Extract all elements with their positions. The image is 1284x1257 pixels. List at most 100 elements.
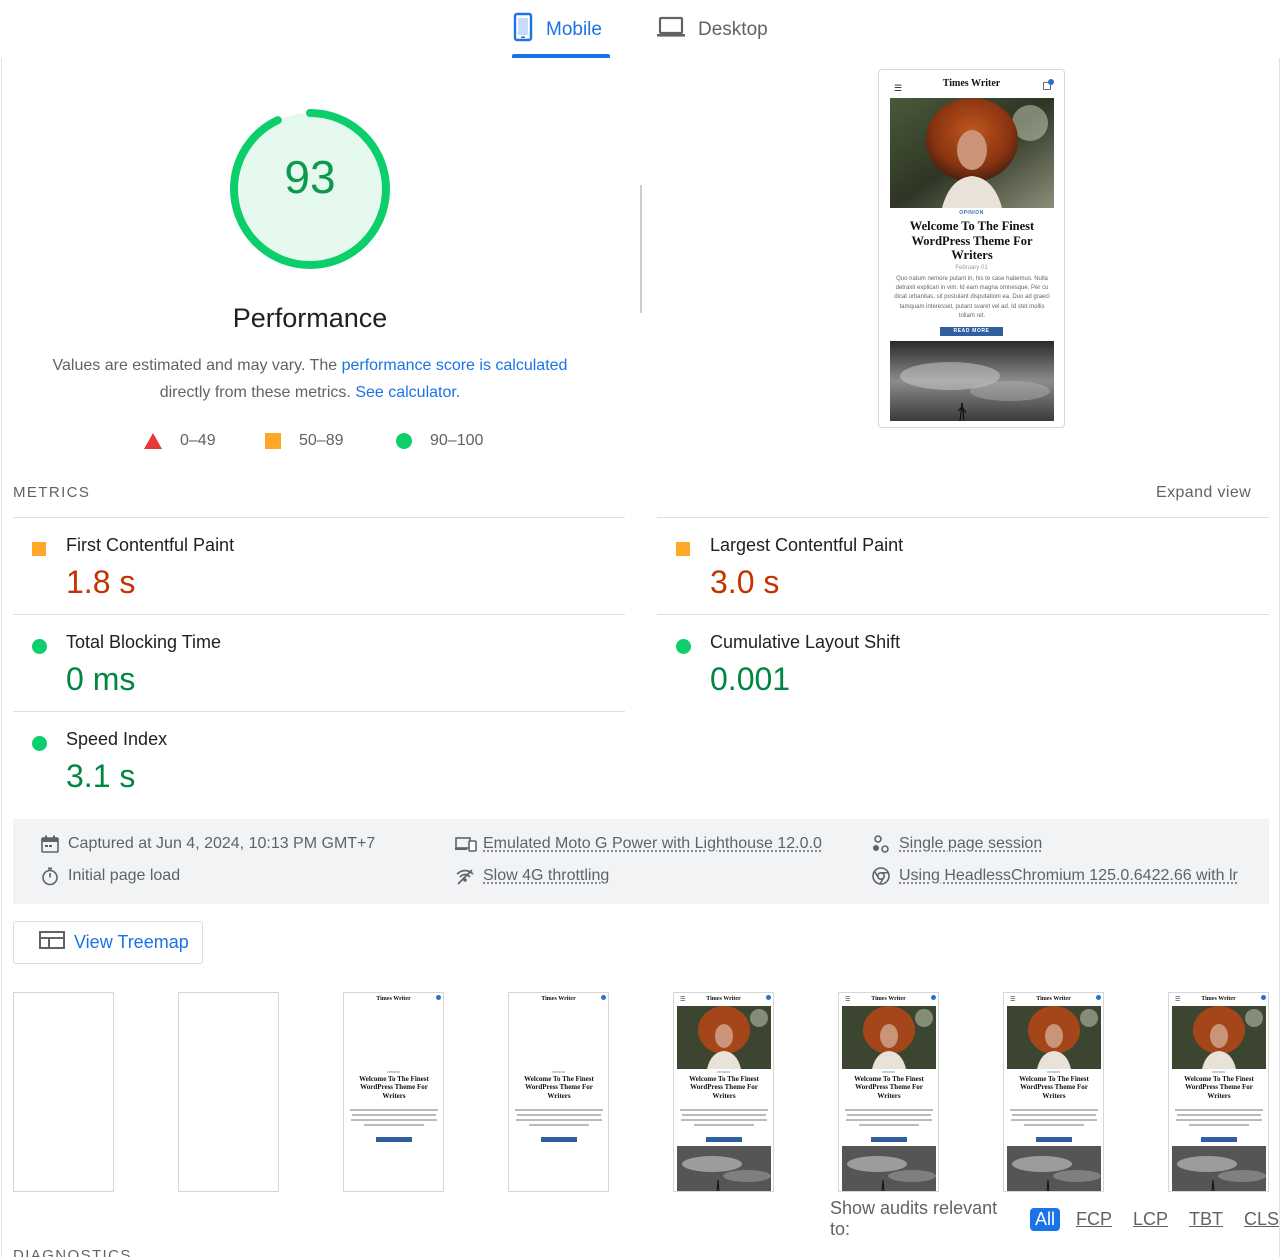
audit-filter: Show audits relevant to: All FCP LCP TBT… [830,1198,1284,1239]
metric-name: Cumulative Layout Shift [710,632,901,652]
session-type[interactable]: Single page session [871,834,1042,854]
cart-badge [1048,79,1054,85]
tab-desktop[interactable]: Desktop [656,10,786,50]
cart-badge [931,995,936,1000]
red-triangle-icon [144,433,162,449]
frame-headline: Welcome To The Finest WordPress Theme Fo… [359,1075,429,1100]
legend-good: 90–100 [396,432,483,450]
filmstrip-frame: Times Writer OPINION Welcome To The Finest… [508,992,609,1192]
stopwatch-icon [40,866,60,886]
frame-hero-image [1007,1006,1101,1069]
filter-chip-all[interactable]: All [1029,1207,1060,1231]
frame-hero-image [842,1006,936,1069]
preview-date: February 01 [955,265,988,271]
load-text: Initial page load [68,867,181,884]
metric-value: 3.1 s [66,758,136,794]
green-circle-icon [396,433,412,449]
frame-category: OPINION [1212,1070,1225,1074]
view-treemap-label: View Treemap [74,932,189,952]
frame-headline: Welcome To The Finest WordPress Theme Fo… [1184,1075,1254,1100]
pass-circle-icon [32,736,47,751]
network-throttling[interactable]: Slow 4G throttling [455,866,609,886]
frame-hero-image [1172,1006,1266,1069]
frame-excerpt [1010,1107,1098,1133]
desc-text-2: directly from these metrics. [159,384,356,401]
expand-view-toggle[interactable]: Expand view [1156,484,1251,502]
audit-filter-label: Show audits relevant to: [830,1198,998,1239]
legend-average: 50–89 [265,432,344,450]
calendar-icon [40,834,60,854]
metric-name: Total Blocking Time [66,632,222,652]
frame-headline: Welcome To The Finest WordPress Theme Fo… [1019,1075,1089,1100]
throttling-text: Slow 4G throttling [483,867,610,884]
metric-name: First Contentful Paint [66,535,235,555]
desc-text-3: . [455,384,461,401]
second-post-image [890,341,1054,421]
metric-tbt: Total Blocking Time 0 ms [13,614,573,710]
frame-category: OPINION [552,1070,565,1074]
preview-read-more-button: READ MORE [940,327,1003,336]
frame-excerpt [350,1107,438,1133]
captured-time: Captured at Jun 4, 2024, 10:13 PM GMT+7 [40,834,375,854]
active-tab-indicator [512,54,610,58]
frame-second-image [677,1146,771,1191]
panel-border-left [1,58,2,1257]
frame-read-more-button [1201,1137,1237,1142]
see-calculator-link[interactable]: See calculator [355,384,456,401]
mobile-phone-icon [512,12,534,48]
filter-chip-lcp[interactable]: LCP [1128,1208,1173,1231]
hero-portrait-image [890,98,1054,208]
frame-read-more-button [1036,1137,1072,1142]
frame-read-more-button [871,1137,907,1142]
laptop-icon [656,15,686,45]
browser-version[interactable]: Using HeadlessChromium 125.0.6422.66 wit… [871,866,1238,886]
filmstrip-frame: ☰ Times Writer OPINION Welcome To The Fines… [1003,992,1104,1192]
frame-site-title: Times Writer [1036,996,1071,1002]
report-tabs: Mobile Desktop [0,0,1284,58]
frame-excerpt [845,1107,933,1133]
tab-desktop-label: Desktop [698,19,768,40]
filter-chip-tbt[interactable]: TBT [1184,1208,1228,1231]
frame-excerpt [515,1107,603,1133]
filter-chip-cls[interactable]: CLS [1239,1208,1284,1231]
frame-excerpt [1175,1107,1263,1133]
desc-text-1: Values are estimated and may vary. The [52,357,342,374]
filmstrip-frame: Times Writer OPINION Welcome To The Finest… [343,992,444,1192]
frame-second-image [842,1146,936,1191]
final-screenshot[interactable]: ☰ Times Writer OPINION Welcome To The Fi… [878,69,1065,428]
frame-second-image [1007,1146,1101,1191]
page-load-type: Initial page load [40,866,180,886]
metric-name: Largest Contentful Paint [710,535,904,555]
signal-icon [455,866,475,886]
frame-read-more-button [376,1137,412,1142]
frame-site-title: Times Writer [706,996,741,1002]
performance-score: 93 [284,151,336,203]
legend-good-label: 90–100 [430,432,484,449]
frame-category: OPINION [1047,1070,1060,1074]
legend-poor-label: 0–49 [180,432,216,449]
metric-value: 0.001 [710,661,791,697]
tab-mobile[interactable]: Mobile [512,10,610,50]
device-emulation[interactable]: Emulated Moto G Power with Lighthouse 12… [455,834,822,854]
legend-average-label: 50–89 [299,432,344,449]
preview-excerpt: Quo natum nemore putant in, his te case … [894,276,1050,319]
metric-fcp: First Contentful Paint 1.8 s [13,517,573,613]
average-square-icon [32,542,46,556]
pass-circle-icon [676,639,691,654]
metric-cls: Cumulative Layout Shift 0.001 [657,614,1217,710]
frame-site-title: Times Writer [376,996,411,1002]
view-treemap-button[interactable]: View Treemap [13,921,203,964]
session-text: Single page session [899,835,1043,852]
filmstrip-frame [178,992,279,1192]
preview-category: OPINION [959,210,984,216]
frame-hero-image [677,1006,771,1069]
pass-circle-icon [32,639,47,654]
filter-chip-fcp[interactable]: FCP [1071,1208,1117,1231]
frame-site-title: Times Writer [541,996,576,1002]
metrics-heading: METRICS [13,484,91,501]
legend-poor: 0–49 [144,432,216,450]
devices-icon [455,834,477,854]
score-calculation-link[interactable]: performance score is calculated [342,357,568,374]
cart-badge [436,995,441,1000]
frame-headline: Welcome To The Finest WordPress Theme Fo… [689,1075,759,1100]
